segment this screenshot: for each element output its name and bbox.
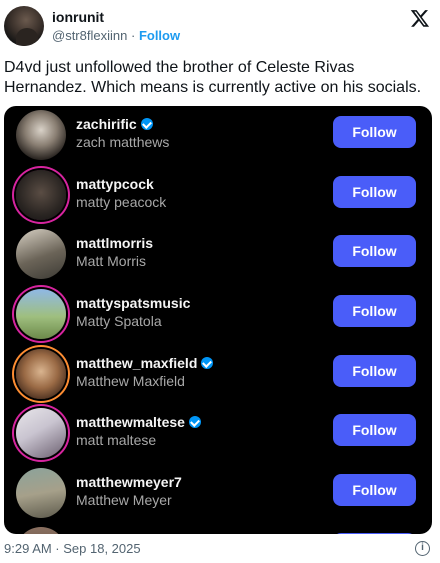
- follow-button[interactable]: Follow: [333, 116, 416, 148]
- verified-badge-icon: [140, 118, 153, 130]
- list-item[interactable]: mattlmorris Matt Morris Follow: [4, 227, 432, 287]
- profile-username-text: zachirific: [76, 116, 137, 132]
- follow-button[interactable]: Follow: [333, 474, 416, 506]
- follow-button[interactable]: Follow: [333, 295, 416, 327]
- profile-username-text: matthew_maxfield: [76, 355, 198, 371]
- list-item[interactable]: matthewmaltese matt maltese Follow: [4, 406, 432, 466]
- profile-full-name: Matt Morris: [76, 253, 146, 269]
- profile-username[interactable]: matthew_maxfield: [76, 355, 214, 371]
- list-item[interactable]: zachirific zach matthews Follow: [4, 108, 432, 168]
- profile-username-text: matthewmeyer7: [76, 474, 182, 490]
- follow-button[interactable]: Follow: [333, 176, 416, 208]
- profile-full-name: Matthew Maxfield: [76, 373, 185, 389]
- profile-avatar[interactable]: [16, 229, 66, 279]
- profile-avatar[interactable]: [16, 170, 66, 220]
- list-item[interactable]: mattyspatsmusic Matty Spatola Follow: [4, 287, 432, 347]
- verified-badge-icon: [188, 416, 201, 428]
- handle-separator: ·: [130, 28, 136, 43]
- profile-avatar[interactable]: [16, 408, 66, 458]
- profile-avatar[interactable]: [16, 110, 66, 160]
- author-handle-line: @str8flexiinn · Follow: [52, 28, 180, 43]
- profile-avatar[interactable]: [16, 468, 66, 518]
- profile-username-text: mattyspatsmusic: [76, 295, 191, 311]
- profile-username-text: matthewmaltese: [76, 414, 185, 430]
- profile-full-name: zach matthews: [76, 134, 170, 150]
- profile-username-text: mattlmorris: [76, 235, 154, 251]
- profile-username[interactable]: mattyspatsmusic: [76, 295, 190, 311]
- profile-username[interactable]: mattlmorris: [76, 235, 153, 251]
- profile-avatar[interactable]: [16, 349, 66, 399]
- profile-full-name: matt maltese: [76, 432, 157, 448]
- profile-full-name: matty peacock: [76, 194, 167, 210]
- author-name[interactable]: ionrunit: [52, 9, 104, 25]
- profile-avatar[interactable]: [16, 289, 66, 339]
- following-list: zachirific zach matthews Follow mattypcock m…: [4, 106, 432, 534]
- author-handle[interactable]: @str8flexiinn: [52, 28, 127, 43]
- profile-username[interactable]: matthewmaltese: [76, 414, 201, 430]
- profile-full-name: Matty Spatola: [76, 313, 162, 329]
- info-icon[interactable]: i: [415, 541, 430, 556]
- profile-username[interactable]: matthewmeyer7: [76, 474, 182, 490]
- follow-button[interactable]: [333, 533, 416, 534]
- verified-badge-icon: [201, 357, 214, 369]
- follow-author-link[interactable]: Follow: [139, 28, 180, 43]
- post-timestamp[interactable]: 9:29 AM · Sep 18, 2025: [4, 541, 141, 556]
- list-item[interactable]: mattypcock matty peacock Follow: [4, 168, 432, 228]
- list-item[interactable]: matthew_maxfield Matthew Maxfield Follow: [4, 347, 432, 407]
- profile-full-name: Matthew Meyer: [76, 492, 172, 508]
- follow-button[interactable]: Follow: [333, 355, 416, 387]
- x-logo-icon[interactable]: [410, 8, 430, 28]
- profile-username[interactable]: zachirific: [76, 116, 153, 132]
- author-avatar[interactable]: [4, 6, 44, 46]
- profile-username[interactable]: mattypcock: [76, 176, 154, 192]
- post-image-following-list[interactable]: zachirific zach matthews Follow mattypcock m…: [4, 106, 432, 534]
- profile-username-text: mattypcock: [76, 176, 154, 192]
- list-item[interactable]: matthewmeyer7 Matthew Meyer Follow: [4, 466, 432, 526]
- post-text: D4vd just unfollowed the brother of Cele…: [4, 59, 422, 96]
- post-header: ionrunit @str8flexiinn · Follow: [0, 0, 440, 52]
- follow-button[interactable]: Follow: [333, 414, 416, 446]
- profile-avatar[interactable]: [16, 527, 66, 534]
- list-item-partial[interactable]: [4, 525, 432, 534]
- follow-button[interactable]: Follow: [333, 235, 416, 267]
